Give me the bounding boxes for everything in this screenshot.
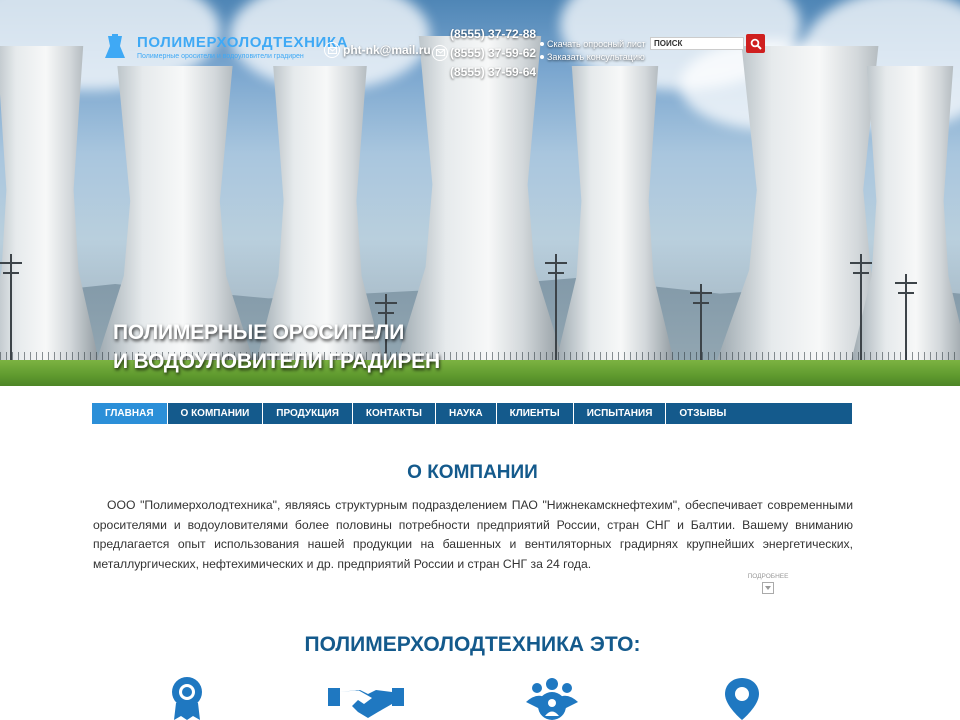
site-logo[interactable]: Полимерхолодтехника Полимерные оросители… [103,32,347,68]
arrow-down-icon [762,582,774,594]
logo-subtitle: Полимерные оросители и водоуловители гра… [137,53,304,60]
nav-item-tests[interactable]: Испытания [574,403,667,424]
phone-email-icon [432,44,448,61]
nav-item-home[interactable]: Главная [92,403,168,424]
search-icon [750,38,762,50]
nav-item-products[interactable]: Продукция [263,403,353,424]
phone-3[interactable]: (8555) 37-59-64 [432,62,536,81]
more-label: Подробнее [747,573,789,580]
order-consultation-link[interactable]: Заказать консультацию [540,50,646,63]
hero-title: Полимерные оросители и водоуловители гра… [113,318,440,376]
search-input[interactable] [650,37,744,50]
hero-title-line-2: и водоуловители градирен [113,350,440,373]
team-icon [526,678,578,720]
handshake-icon [328,688,404,718]
bullet-icon [540,41,544,46]
award-icon [172,677,202,720]
nav-item-contacts[interactable]: Контакты [353,403,436,424]
hero-title-line-1: Полимерные оросители [113,321,405,344]
main-nav: Главная О компании Продукция Контакты На… [92,403,852,424]
logo-name: Полимерхолодтехника [137,34,349,51]
header-links: Скачать опросный лист Заказать консульта… [540,37,646,63]
cooling-tower-logo-icon [105,34,125,58]
phone-list: (8555) 37-72-88 (8555) 37-59-62 (8555) 3… [432,24,536,81]
search-box [650,34,766,53]
nav-item-reviews[interactable]: Отзывы [666,403,739,424]
phone-2[interactable]: (8555) 37-59-62 [432,43,536,62]
bullet-icon [540,54,544,59]
email-icon [324,42,340,58]
features-heading: Полимерхолодтехника это: [304,633,641,656]
email-text: pht-nk@mail.ru [343,43,431,57]
search-button[interactable] [746,34,765,53]
download-form-link[interactable]: Скачать опросный лист [540,37,646,50]
about-heading: О компании [407,462,538,483]
about-text: ООО "Полимерхолодтехника", являясь струк… [93,498,853,571]
location-pin-icon [725,678,759,720]
nav-item-science[interactable]: Наука [436,403,497,424]
phone-1[interactable]: (8555) 37-72-88 [432,24,536,43]
email-contact[interactable]: pht-nk@mail.ru [324,41,431,59]
nav-item-about[interactable]: О компании [168,403,264,424]
nav-item-clients[interactable]: Клиенты [497,403,574,424]
more-link[interactable]: Подробнее [742,573,794,594]
